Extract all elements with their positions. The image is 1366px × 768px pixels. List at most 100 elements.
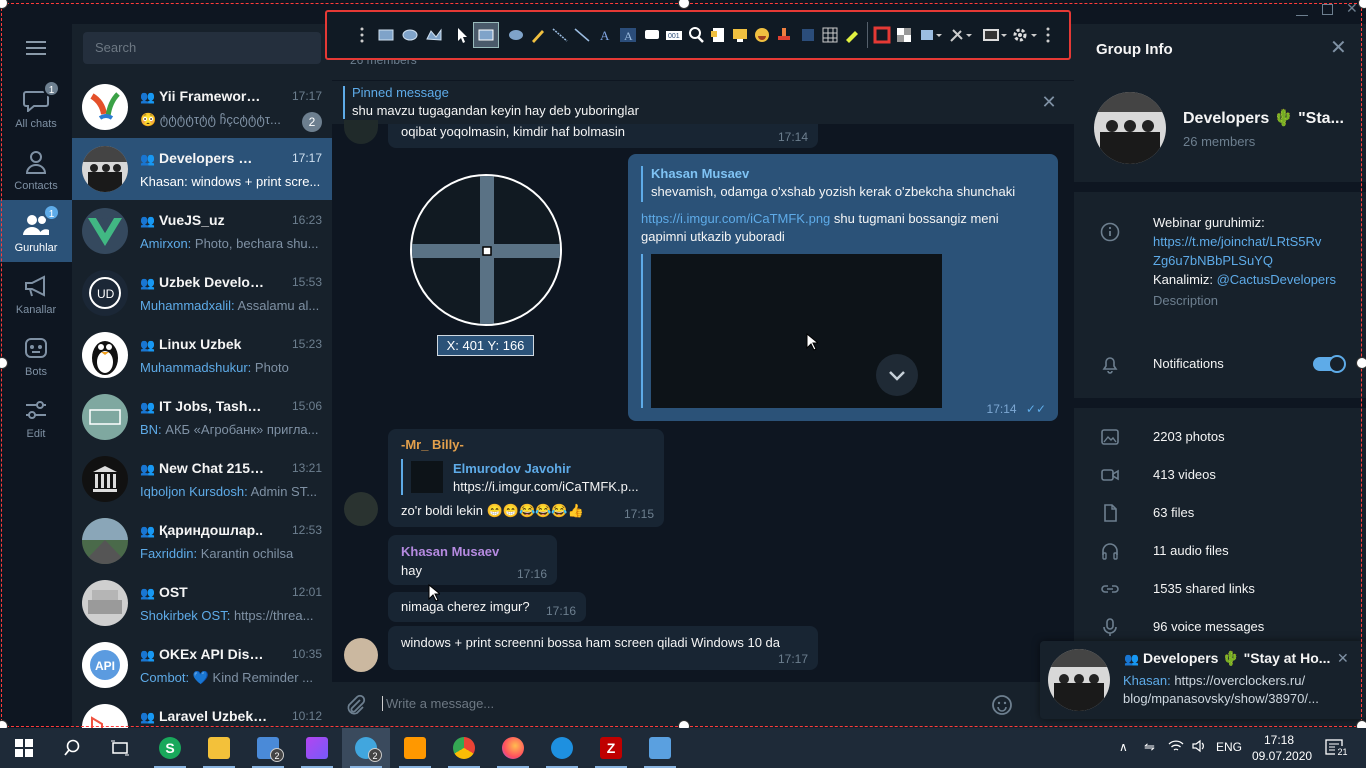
- hamburger-icon[interactable]: [26, 41, 46, 55]
- emoji-stamp-icon[interactable]: [753, 26, 771, 44]
- taskbar-mail[interactable]: 2: [244, 728, 292, 768]
- taskbar-firefox[interactable]: [489, 728, 537, 768]
- start-button[interactable]: [0, 728, 48, 768]
- sender-name[interactable]: Khasan Musaev: [401, 544, 499, 559]
- message-bubble[interactable]: Khasan Musaev shevamish, odamga o'xshab …: [628, 154, 1058, 421]
- chevron-up-icon[interactable]: ∧: [1119, 740, 1128, 754]
- shared-media-row[interactable]: 413 videos: [1074, 456, 1366, 494]
- maximize-icon[interactable]: [1322, 4, 1333, 15]
- output-dropdown-icon[interactable]: [981, 26, 1007, 44]
- notification-toast[interactable]: 👥 Developers 🌵 "Stay at Ho... ✕ Khasan: h…: [1040, 641, 1366, 719]
- chat-item-developers[interactable]: 👥Developers 🌵 "S... 17:17 Khasan: window…: [72, 138, 332, 200]
- reply-preview[interactable]: Khasan Musaev shevamish, odamga o'xshab …: [641, 166, 1041, 202]
- taskbar-control-panel[interactable]: [636, 728, 684, 768]
- blur-icon[interactable]: [799, 26, 817, 44]
- invite-link-cont[interactable]: Zg6u7bNBbPLSuYQ: [1153, 251, 1353, 270]
- taskbar-telegram[interactable]: 2: [342, 728, 390, 768]
- chat-item-it-jobs[interactable]: 👥 IT Jobs, Tashkent 15:06 BN: АКБ «Агроба…: [72, 386, 332, 448]
- tools-dropdown-icon[interactable]: [949, 26, 973, 44]
- taskbar-chrome[interactable]: [440, 728, 488, 768]
- taskbar-explorer[interactable]: [195, 728, 243, 768]
- shared-media-row[interactable]: 63 files: [1074, 494, 1366, 532]
- pixelate-icon[interactable]: [821, 26, 839, 44]
- resize-handle[interactable]: [1356, 357, 1366, 369]
- fill-color-icon[interactable]: [895, 26, 913, 44]
- more-options-icon[interactable]: [1045, 26, 1051, 44]
- folder-guruhlar[interactable]: 1 Guruhlar: [0, 200, 72, 262]
- chat-item-uzbek-developers[interactable]: UD 👥 Uzbek Developers 15:53 Muhammadxalil…: [72, 262, 332, 324]
- text-icon[interactable]: A: [597, 26, 615, 44]
- close-icon[interactable]: ✕: [1337, 651, 1351, 665]
- message-link[interactable]: https://i.imgur.com/iCaTMFK.png: [641, 211, 830, 226]
- emoji-icon[interactable]: [991, 694, 1013, 716]
- folder-all-chats[interactable]: 1 All chats: [0, 76, 72, 138]
- channel-link[interactable]: @CactusDevelopers: [1217, 272, 1336, 287]
- chat-item-vuejs[interactable]: 👥 VueJS_uz 16:23 Amirxon: Photo, bechara …: [72, 200, 332, 262]
- chat-item-new-chat[interactable]: 👥 New Chat 215~17 13:21 Iqboljon Kursdosh…: [72, 448, 332, 510]
- task-view[interactable]: [96, 728, 144, 768]
- resize-handle[interactable]: [1356, 720, 1366, 728]
- highlighter-icon[interactable]: [843, 26, 861, 44]
- invite-link[interactable]: https://t.me/joinchat/LRtS5Rv: [1153, 232, 1353, 251]
- preview-image[interactable]: [651, 254, 942, 408]
- shared-media-row[interactable]: 2203 photos: [1074, 418, 1366, 456]
- close-icon[interactable]: ✕: [1040, 93, 1058, 111]
- sticker-icon[interactable]: [709, 26, 727, 44]
- shared-media-row[interactable]: 1535 shared links: [1074, 570, 1366, 608]
- taskbar-phpstorm[interactable]: [293, 728, 341, 768]
- wifi-icon[interactable]: [1168, 738, 1184, 754]
- chat-item-qarindoshlar[interactable]: 👥 Қариндошлар.. 12:53 Faxriddin: Karantin…: [72, 510, 332, 572]
- link-preview[interactable]: [641, 254, 944, 408]
- folder-contacts[interactable]: Contacts: [0, 138, 72, 200]
- close-icon[interactable]: ✕: [1330, 38, 1350, 58]
- taskbar-filezilla[interactable]: Z: [587, 728, 635, 768]
- minimize-icon[interactable]: [1296, 4, 1308, 16]
- pinned-message-bar[interactable]: Pinned message shu mavzu tugagandan keyi…: [332, 80, 1074, 124]
- pointer-icon[interactable]: [453, 26, 471, 44]
- reply-preview[interactable]: Elmurodov Javohir https://i.imgur.com/iC…: [401, 459, 651, 495]
- ellipse-capture-icon[interactable]: [401, 26, 419, 44]
- chat-item-yii[interactable]: 👥Yii Framework Uz... 17:17 😳 ტტტტτტტ ჩçc…: [72, 76, 332, 138]
- network-icon[interactable]: ⇋: [1144, 739, 1155, 755]
- magnify-icon[interactable]: [687, 26, 705, 44]
- language-indicator[interactable]: ENG: [1216, 740, 1242, 754]
- shared-media-row[interactable]: 11 audio files: [1074, 532, 1366, 570]
- chat-item-ost[interactable]: 👥 OST 12:01 Shokirbek OST: https://threa.…: [72, 572, 332, 634]
- taskbar-search[interactable]: [48, 728, 96, 768]
- folder-bots[interactable]: Bots: [0, 324, 72, 386]
- taskbar-sublime[interactable]: [391, 728, 439, 768]
- message-bubble[interactable]: -Mr_ Billy- Elmurodov Javohir https://i.…: [388, 429, 664, 527]
- clock[interactable]: 17:18 09.07.2020: [1252, 732, 1312, 764]
- chat-item-laravel[interactable]: 👥Laravel Uzbek Co... 10:12: [72, 696, 332, 728]
- pen-icon[interactable]: [529, 26, 547, 44]
- resize-handle[interactable]: [678, 720, 690, 728]
- rectangle-capture-icon[interactable]: [377, 26, 395, 44]
- group-avatar[interactable]: [1094, 92, 1166, 164]
- volume-icon[interactable]: [1191, 738, 1207, 754]
- message-input[interactable]: Write a message...: [382, 696, 494, 711]
- chat-item-linux-uzbek[interactable]: 👥 Linux Uzbek 15:23 Muhammadshukur: Photo: [72, 324, 332, 386]
- stamp-icon[interactable]: [775, 26, 793, 44]
- notifications-toggle[interactable]: [1313, 355, 1346, 373]
- taskbar-edge[interactable]: [538, 728, 586, 768]
- notifications-row[interactable]: Notifications: [1074, 345, 1366, 383]
- chevron-down-icon[interactable]: [876, 354, 918, 396]
- message-bubble[interactable]: oqibat yoqolmasin, kimdir haf bolmasin 1…: [388, 124, 818, 148]
- ellipse-tool-icon[interactable]: [507, 26, 525, 44]
- message-avatar[interactable]: [344, 638, 378, 672]
- folder-edit[interactable]: Edit: [0, 386, 72, 448]
- image-insert-icon[interactable]: [731, 26, 749, 44]
- taskbar-skype[interactable]: S: [146, 728, 194, 768]
- message-bubble[interactable]: windows + print screenni bossa ham scree…: [388, 626, 818, 670]
- speech-bubble-icon[interactable]: [643, 26, 661, 44]
- chat-item-okex[interactable]: API 👥OKEx API Discussi... 10:35 Combot: …: [72, 634, 332, 696]
- arrow-icon[interactable]: [573, 26, 591, 44]
- message-bubble[interactable]: Khasan Musaev hay 17:16: [388, 535, 557, 585]
- message-avatar[interactable]: [344, 120, 378, 144]
- search-input[interactable]: Search: [83, 32, 321, 64]
- counter-icon[interactable]: 001: [665, 26, 683, 44]
- rectangle-tool-icon[interactable]: [473, 22, 499, 48]
- settings-gear-icon[interactable]: [1011, 26, 1037, 44]
- text-box-icon[interactable]: A: [619, 26, 637, 44]
- message-avatar[interactable]: [344, 492, 378, 526]
